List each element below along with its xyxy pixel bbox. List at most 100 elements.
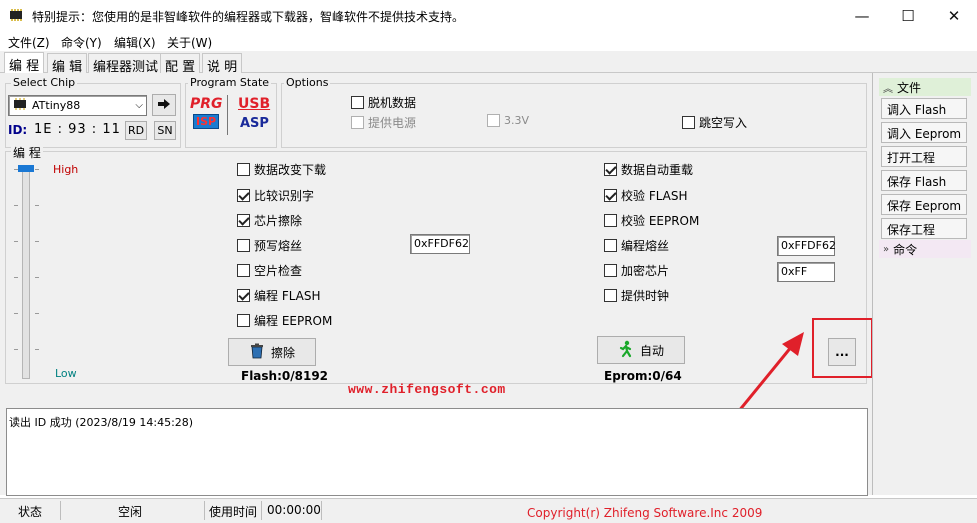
title-bar: 特别提示：您使用的是非智峰软件的编程器或下载器，智峰软件不提供技术支持。 — ☐… [0,0,977,31]
menu-about[interactable]: 关于(W) [167,34,212,51]
skip-empty-label: 跳空写入 [699,116,748,130]
erase-button[interactable]: 擦除 [228,338,316,366]
select-chip-label: Select Chip [11,76,78,89]
offline-data-option[interactable]: 脱机数据 [351,94,416,111]
auto-reload-label: 数据自动重载 [621,163,694,177]
load-eeprom-button[interactable]: 调入 Eeprom [881,122,967,143]
program-eeprom-label: 编程 EEPROM [254,314,333,328]
program-flash-label: 编程 FLASH [254,289,321,303]
running-man-icon [618,340,634,361]
elapsed-time-label: 使用时间 [209,505,258,519]
verify-flash-option[interactable]: 校验 FLASH [604,187,688,204]
sn-button[interactable]: SN [154,121,176,140]
voltage-checkbox[interactable] [487,114,500,127]
program-fuse-checkbox[interactable] [604,239,617,252]
slider-thumb[interactable] [18,165,34,172]
program-eeprom-checkbox[interactable] [237,314,250,327]
program-flash-option[interactable]: 编程 FLASH [237,287,321,304]
status-bar: 状态 空闲 使用时间 00:00:00 Copyright(r) Zhifeng… [0,498,977,523]
lock-chip-label: 加密芯片 [621,264,670,278]
file-section-label: 文件 [897,80,922,95]
prewrite-fuse-field[interactable]: 0xFFDF62 [410,234,470,254]
compare-signature-checkbox[interactable] [237,189,250,202]
open-project-button[interactable]: 打开工程 [881,146,967,167]
flash-info: Flash:0/8192 [241,369,329,383]
skip-empty-checkbox[interactable] [682,116,695,129]
chip-select[interactable]: ATtiny88 ⌵ [8,95,147,116]
auto-reload-option[interactable]: 数据自动重载 [604,161,693,178]
tab-help[interactable]: 说 明 [202,53,243,75]
right-panel: ︽ 文件 调入 Flash 调入 Eeprom 打开工程 保存 Flash 保存… [872,73,977,495]
chip-app-icon [8,8,24,22]
prewrite-fuse-checkbox[interactable] [237,239,250,252]
compare-signature-label: 比较识别字 [254,189,315,203]
verify-eeprom-option[interactable]: 校验 EEPROM [604,212,699,229]
power-option[interactable]: 提供电源 [351,114,416,131]
tab-edit[interactable]: 编 辑 [47,53,88,75]
rd-button[interactable]: RD [125,121,147,140]
program-eeprom-option[interactable]: 编程 EEPROM [237,312,332,329]
lock-chip-checkbox[interactable] [604,264,617,277]
prewrite-fuse-label: 预写熔丝 [254,239,303,253]
command-section-header[interactable]: » 命令 [879,240,971,258]
save-flash-button[interactable]: 保存 Flash [881,170,967,191]
power-level-slider[interactable] [22,167,30,379]
compare-signature-option[interactable]: 比较识别字 [237,187,314,204]
data-change-download-checkbox[interactable] [237,163,250,176]
provide-clock-option[interactable]: 提供时钟 [604,287,669,304]
save-project-button[interactable]: 保存工程 [881,218,967,239]
status-separator [321,501,322,520]
chip-erase-option[interactable]: 芯片擦除 [237,212,302,229]
menu-command[interactable]: 命令(Y) [61,34,102,51]
offline-data-label: 脱机数据 [368,96,417,110]
expand-icon: » [883,243,890,255]
blank-check-option[interactable]: 空片检查 [237,262,302,279]
program-fuse-option[interactable]: 编程熔丝 [604,237,669,254]
options-label: Options [284,76,331,89]
tab-bar: 编 程 编 辑 编程器测试 配 置 说 明 [0,51,977,75]
prewrite-fuse-option[interactable]: 预写熔丝 [237,237,302,254]
menu-file[interactable]: 文件(Z) [8,34,50,51]
offline-data-checkbox[interactable] [351,96,364,109]
tab-program[interactable]: 编 程 [4,52,45,74]
program-fuse-field[interactable]: 0xFFDF62 [777,236,836,256]
power-checkbox[interactable] [351,116,364,129]
provide-clock-label: 提供时钟 [621,289,670,303]
blank-check-checkbox[interactable] [237,264,250,277]
skip-empty-option[interactable]: 跳空写入 [682,114,747,131]
provide-clock-checkbox[interactable] [604,289,617,302]
id-label: ID: [8,123,28,137]
auto-button[interactable]: 自动 [597,336,685,364]
eprom-info: Eprom:0/64 [604,369,682,383]
verify-eeprom-checkbox[interactable] [604,214,617,227]
save-eeprom-button[interactable]: 保存 Eeprom [881,194,967,215]
high-label: High [53,163,79,176]
voltage-option[interactable]: 3.3V [487,114,529,127]
go-button[interactable] [152,94,176,116]
minimize-button[interactable]: — [839,0,885,31]
program-flash-checkbox[interactable] [237,289,250,302]
lock-bits-field[interactable]: 0xFF [777,262,835,282]
verify-flash-checkbox[interactable] [604,189,617,202]
close-button[interactable]: ✕ [931,0,977,31]
low-label: Low [55,367,77,380]
program-fuse-label: 编程熔丝 [621,239,670,253]
slider-ticks-right [35,169,39,379]
data-change-download-option[interactable]: 数据改变下载 [237,161,326,178]
maximize-button[interactable]: ☐ [885,0,931,31]
tab-programmer-test[interactable]: 编程器测试 [88,53,164,75]
lock-chip-option[interactable]: 加密芯片 [604,262,669,279]
tab-config[interactable]: 配 置 [160,53,201,75]
load-flash-button[interactable]: 调入 Flash [881,98,967,119]
chip-select-value: ATtiny88 [32,99,81,112]
chip-erase-checkbox[interactable] [237,214,250,227]
log-output[interactable]: 读出 ID 成功 (2023/8/19 14:45:28) [6,408,868,496]
usb-indicator: USB [238,96,271,112]
auto-reload-checkbox[interactable] [604,163,617,176]
menu-edit[interactable]: 编辑(X) [114,34,156,51]
status-value: 空闲 [118,505,143,519]
auto-button-label: 自动 [639,343,664,358]
file-section-header[interactable]: ︽ 文件 [879,78,971,96]
prg-indicator: PRG [190,96,223,112]
isp-indicator: ISP [193,114,220,129]
